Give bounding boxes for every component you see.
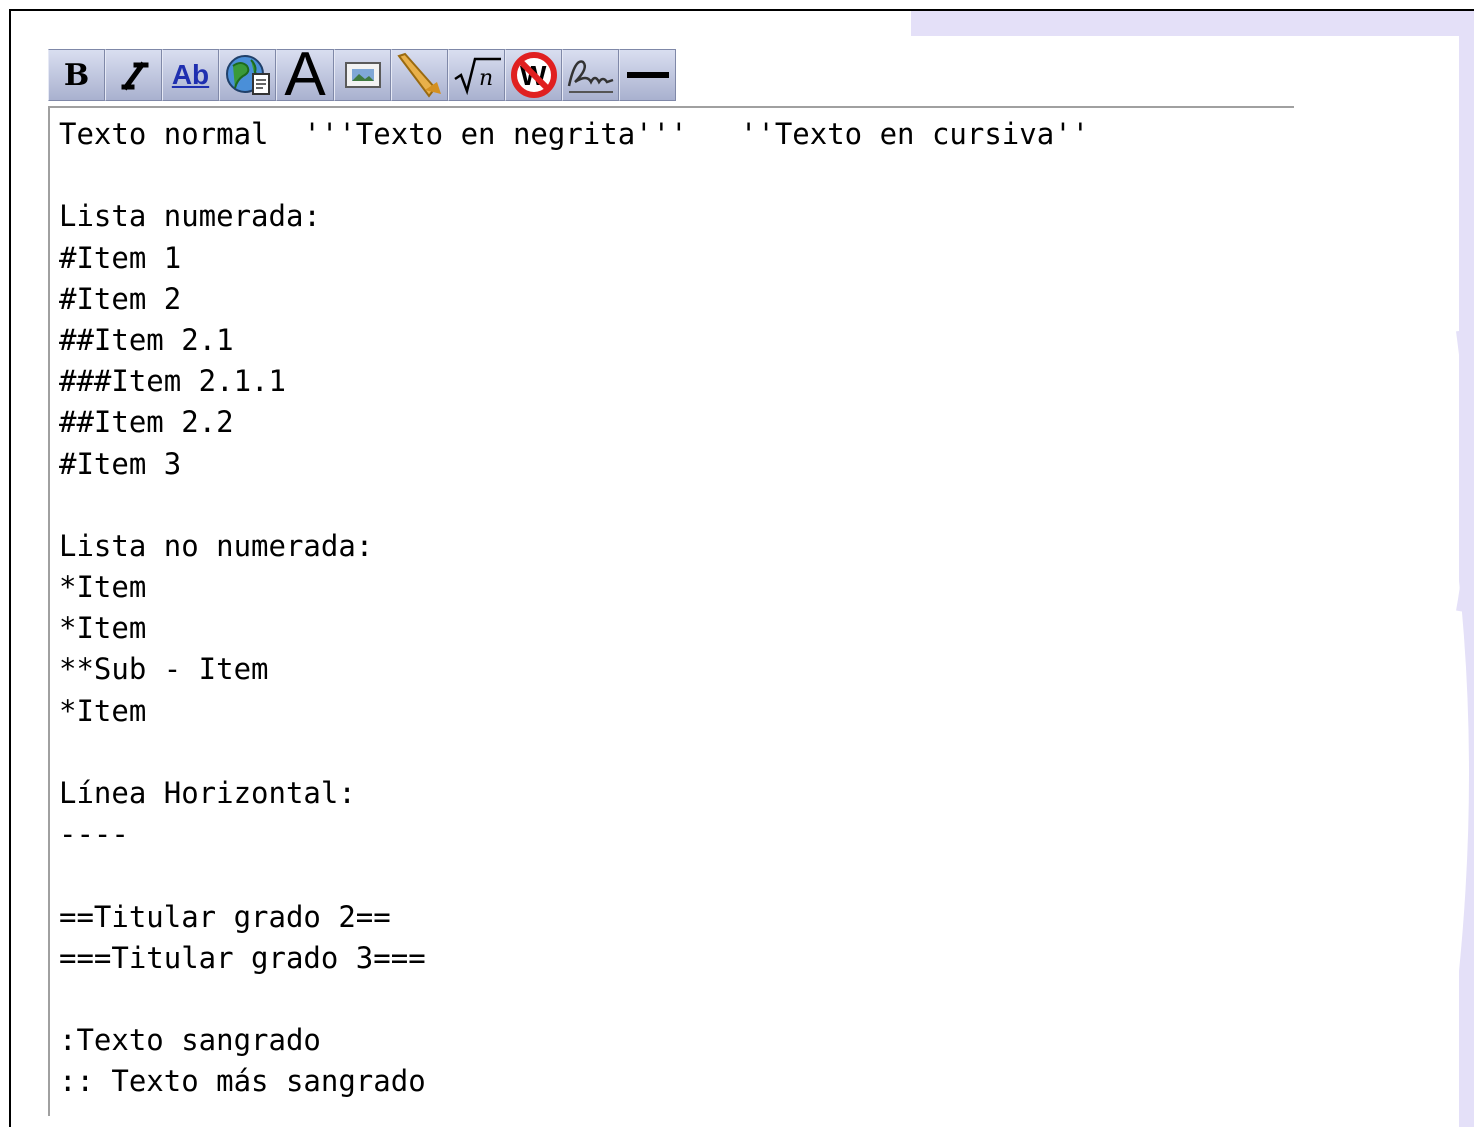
- horizontal-line-button[interactable]: [619, 49, 676, 101]
- external-link-button[interactable]: [219, 49, 276, 101]
- editor-line: ==Titular grado 2==: [59, 899, 391, 934]
- editor-line: :Texto sangrado: [59, 1023, 321, 1058]
- signature-button[interactable]: [562, 49, 619, 101]
- editor-line: Texto normal '''Texto en negrita''' ''Te…: [59, 117, 1090, 151]
- textarea-top-border: [48, 106, 1294, 108]
- editor-line: *Item: [59, 693, 147, 728]
- editor-line: *Item: [59, 570, 147, 605]
- internal-link-button[interactable]: Ab: [162, 49, 219, 101]
- editor-line: Lista numerada:: [59, 199, 321, 234]
- wikitext-textarea[interactable]: Texto normal '''Texto en negrita''' ''Te…: [59, 114, 1294, 1103]
- math-button[interactable]: n: [448, 49, 505, 101]
- internal-link-icon: Ab: [171, 59, 210, 90]
- editor-line: #Item 2: [59, 281, 182, 316]
- media-button[interactable]: [391, 49, 448, 101]
- bold-icon: B: [63, 57, 90, 93]
- nowiki-button[interactable]: W: [505, 49, 562, 101]
- nowiki-icon: W: [510, 52, 557, 98]
- editor-line: **Sub - Item: [59, 652, 269, 687]
- italic-icon: [121, 61, 148, 91]
- editor-line: ===Titular grado 3===: [59, 940, 426, 975]
- svg-text:n: n: [479, 66, 493, 91]
- image-icon: [344, 62, 381, 88]
- editor-line: #Item 1: [59, 240, 182, 275]
- editor-line: ##Item 2.2: [59, 405, 234, 440]
- editor-line: *Item: [59, 611, 147, 646]
- editor-line: ###Item 2.1.1: [59, 364, 286, 399]
- headline-button[interactable]: A: [276, 40, 334, 109]
- editor-line: #Item 3: [59, 446, 182, 481]
- editor-line: Lista no numerada:: [59, 528, 374, 563]
- media-icon: [396, 52, 441, 98]
- textarea-left-border: [48, 106, 50, 1116]
- editor-line: ##Item 2.1: [59, 322, 234, 357]
- math-formula-icon: n: [453, 57, 501, 96]
- globe-link-icon: [225, 55, 270, 95]
- horizontal-line-icon: [626, 72, 669, 78]
- editor-window: B Ab A n Texto normal '''Texto en negrit…: [9, 9, 1474, 1127]
- headline-icon: A: [284, 40, 326, 109]
- bold-button[interactable]: B: [48, 49, 105, 101]
- italic-button[interactable]: [105, 49, 162, 101]
- editor-line: ----: [59, 817, 129, 852]
- editor-line: :: Texto más sangrado: [59, 1064, 426, 1099]
- image-button[interactable]: [334, 49, 391, 101]
- editor-line: Línea Horizontal:: [59, 776, 356, 810]
- signature-icon: [567, 60, 613, 93]
- edit-toolbar: B Ab A n: [48, 40, 676, 109]
